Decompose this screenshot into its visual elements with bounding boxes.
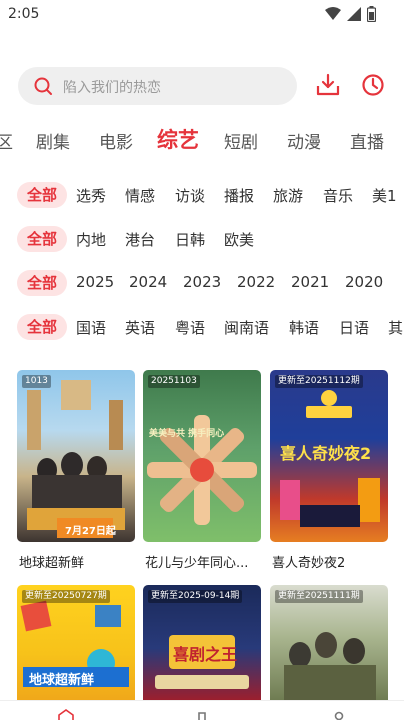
- poster-caption: 美美与共 携手同心: [149, 429, 225, 439]
- filter-option[interactable]: 2020: [345, 273, 383, 291]
- filter-row-region: 全部 内地 港台 日韩 欧美: [0, 224, 404, 254]
- status-time: 2:05: [8, 6, 40, 22]
- home-icon[interactable]: [58, 709, 74, 720]
- poster-image: 地球超新鲜 更新至20250727期: [17, 585, 135, 700]
- filter-option[interactable]: 音乐: [323, 185, 353, 206]
- tab-partial[interactable]: 区: [0, 128, 13, 153]
- filter-option[interactable]: 旅游: [273, 185, 303, 206]
- filter-option[interactable]: 2025: [76, 273, 114, 291]
- filter-option[interactable]: 访谈: [175, 185, 205, 206]
- filter-option[interactable]: 情感: [125, 185, 155, 206]
- tab-movies[interactable]: 电影: [99, 128, 133, 153]
- filter-option[interactable]: 美1: [372, 185, 397, 206]
- battery-icon: [367, 6, 376, 22]
- tab-live[interactable]: 直播: [350, 128, 384, 153]
- filter-option[interactable]: 粤语: [175, 317, 205, 338]
- filter-option[interactable]: 欧美: [224, 229, 254, 250]
- poster-image: 美美与共 携手同心 20251103: [143, 370, 261, 542]
- filter-option[interactable]: 2023: [183, 273, 221, 291]
- poster-image: 喜剧之王 更新至2025-09-14期: [143, 585, 261, 700]
- filter-option[interactable]: 韩语: [289, 317, 319, 338]
- filter-option[interactable]: 选秀: [76, 185, 106, 206]
- episode-badge: 更新至20251112期: [275, 375, 363, 388]
- show-title: 喜人奇妙夜2: [272, 556, 346, 571]
- poster-caption: 地球超新鲜: [29, 673, 95, 688]
- filter-option[interactable]: 港台: [125, 229, 155, 250]
- filter-all-chip[interactable]: 全部: [17, 226, 67, 252]
- history-clock-icon[interactable]: [360, 72, 386, 98]
- episode-badge: 20251103: [148, 375, 200, 388]
- episode-badge: 更新至2025-09-14期: [148, 590, 243, 603]
- tab-short-drama[interactable]: 短剧: [224, 128, 258, 153]
- filter-option[interactable]: 其: [388, 317, 403, 338]
- filter-option[interactable]: 日语: [339, 317, 369, 338]
- filter-option[interactable]: 日韩: [175, 229, 205, 250]
- category-tabs: 区 剧集 电影 综艺 短剧 动漫 直播: [0, 120, 404, 160]
- filter-option[interactable]: 2022: [237, 273, 275, 291]
- filter-all-chip[interactable]: 全部: [17, 182, 67, 208]
- status-icons: [325, 6, 376, 22]
- episode-badge: 更新至20251111期: [275, 590, 363, 603]
- library-icon[interactable]: [194, 709, 210, 720]
- episode-badge: 1013: [22, 375, 51, 388]
- filter-option[interactable]: 2021: [291, 273, 329, 291]
- filter-all-chip[interactable]: 全部: [17, 314, 67, 340]
- filter-row-language: 全部 国语 英语 粤语 闽南语 韩语 日语 其: [0, 312, 404, 342]
- tab-variety[interactable]: 综艺: [157, 124, 199, 154]
- search-placeholder: 陷入我们的热恋: [63, 80, 161, 96]
- search-row: 陷入我们的热恋: [0, 64, 404, 108]
- bottom-nav: [0, 700, 404, 720]
- poster-image: 7月27日起 1013: [17, 370, 135, 542]
- filter-option[interactable]: 英语: [125, 317, 155, 338]
- wifi-icon: [325, 7, 341, 20]
- search-bar[interactable]: 陷入我们的热恋: [18, 67, 297, 105]
- status-bar: 2:05: [0, 0, 404, 30]
- filter-all-chip[interactable]: 全部: [17, 270, 67, 296]
- poster-image: 更新至20251111期: [270, 585, 388, 700]
- poster-image: 喜人奇妙夜2 更新至20251112期: [270, 370, 388, 542]
- filter-option[interactable]: 播报: [224, 185, 254, 206]
- filter-row-year: 全部 2025 2024 2023 2022 2021 2020: [0, 268, 404, 298]
- poster-caption: 喜剧之王: [173, 645, 238, 664]
- episode-badge: 更新至20250727期: [22, 590, 110, 603]
- filter-row-genre: 全部 选秀 情感 访谈 播报 旅游 音乐 美1: [0, 180, 404, 210]
- tab-anime[interactable]: 动漫: [287, 128, 321, 153]
- show-title: 地球超新鲜: [19, 556, 85, 571]
- filter-option[interactable]: 内地: [76, 229, 106, 250]
- filter-option[interactable]: 国语: [76, 317, 106, 338]
- profile-icon[interactable]: [331, 709, 347, 720]
- cellular-signal-icon: [347, 7, 361, 21]
- tab-series[interactable]: 剧集: [36, 128, 70, 153]
- filter-option[interactable]: 2024: [129, 273, 167, 291]
- poster-caption: 喜人奇妙夜2: [280, 444, 372, 463]
- poster-art: [27, 380, 125, 538]
- download-icon[interactable]: [315, 72, 341, 98]
- search-icon: [34, 77, 52, 95]
- poster-art: [147, 415, 257, 525]
- filter-option[interactable]: 闽南语: [224, 317, 269, 338]
- poster-caption: 7月27日起: [65, 526, 116, 537]
- show-title: 花儿与少年同心...: [145, 556, 249, 571]
